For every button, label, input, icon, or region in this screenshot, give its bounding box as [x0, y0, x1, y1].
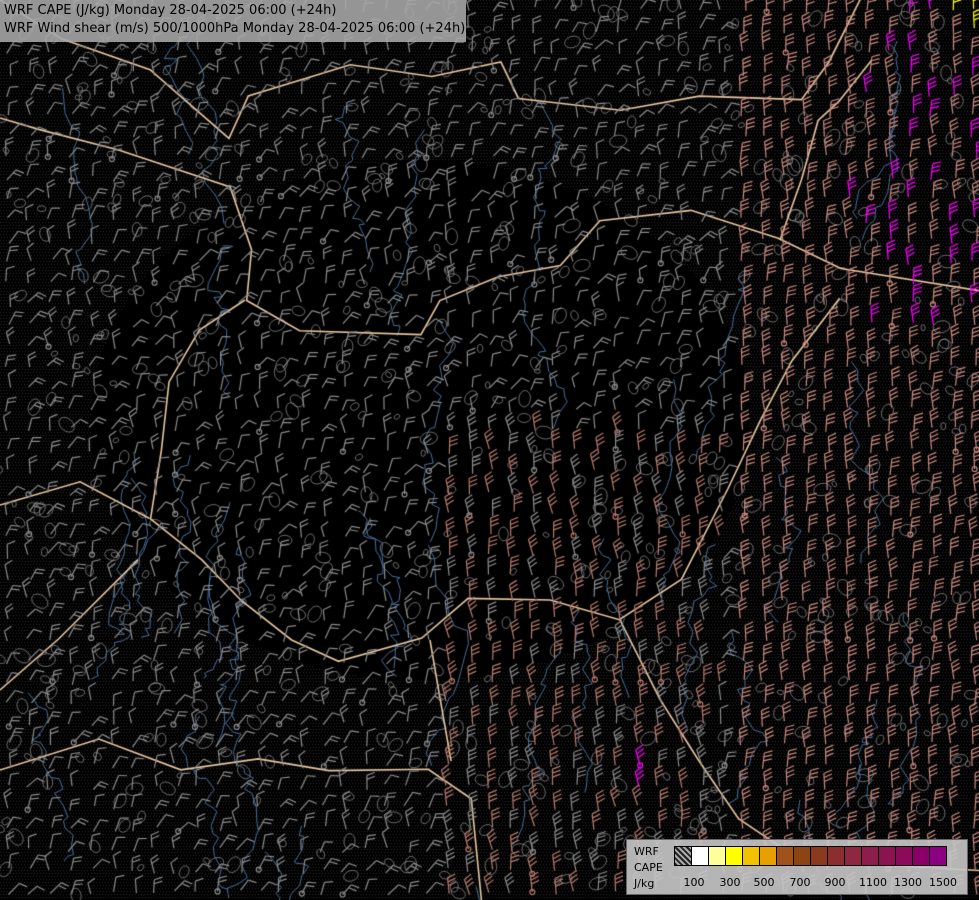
map-title-box: WRF CAPE (J/kg) Monday 28-04-2025 06:00 … — [0, 0, 466, 42]
legend-model-label: WRF — [634, 845, 659, 858]
legend-color-scale — [674, 846, 947, 866]
legend-swatch — [725, 846, 743, 866]
legend-tick: 1100 — [859, 876, 887, 889]
legend-swatch — [793, 846, 811, 866]
cape-title: WRF CAPE (J/kg) Monday 28-04-2025 06:00 … — [4, 3, 337, 18]
legend-swatch — [776, 846, 794, 866]
cape-legend: WRF CAPE J/kg 100 300 500 700 900 1100 1… — [626, 839, 968, 895]
legend-swatch — [929, 846, 947, 866]
legend-swatch — [827, 846, 845, 866]
legend-swatch — [878, 846, 896, 866]
legend-tick: 100 — [683, 876, 705, 889]
legend-swatch — [742, 846, 760, 866]
legend-swatch — [674, 846, 692, 866]
wind-shear-title: WRF Wind shear (m/s) 500/1000hPa Monday … — [4, 21, 466, 36]
legend-tick: 700 — [789, 876, 811, 889]
legend-variable-label: CAPE — [634, 861, 663, 874]
legend-tick: 500 — [753, 876, 775, 889]
legend-tick: 1500 — [929, 876, 957, 889]
legend-swatch — [912, 846, 930, 866]
legend-swatch — [844, 846, 862, 866]
wind-shear-cape-map — [0, 0, 979, 900]
legend-swatch — [691, 846, 709, 866]
legend-unit-label: J/kg — [634, 877, 655, 890]
legend-swatch — [895, 846, 913, 866]
legend-tick: 1300 — [894, 876, 922, 889]
legend-swatch — [810, 846, 828, 866]
legend-swatch — [861, 846, 879, 866]
legend-swatch — [708, 846, 726, 866]
legend-ticks: 100 300 500 700 900 1100 1300 1500 — [674, 876, 969, 890]
legend-tick: 900 — [824, 876, 846, 889]
legend-tick: 300 — [719, 876, 741, 889]
legend-swatch — [759, 846, 777, 866]
